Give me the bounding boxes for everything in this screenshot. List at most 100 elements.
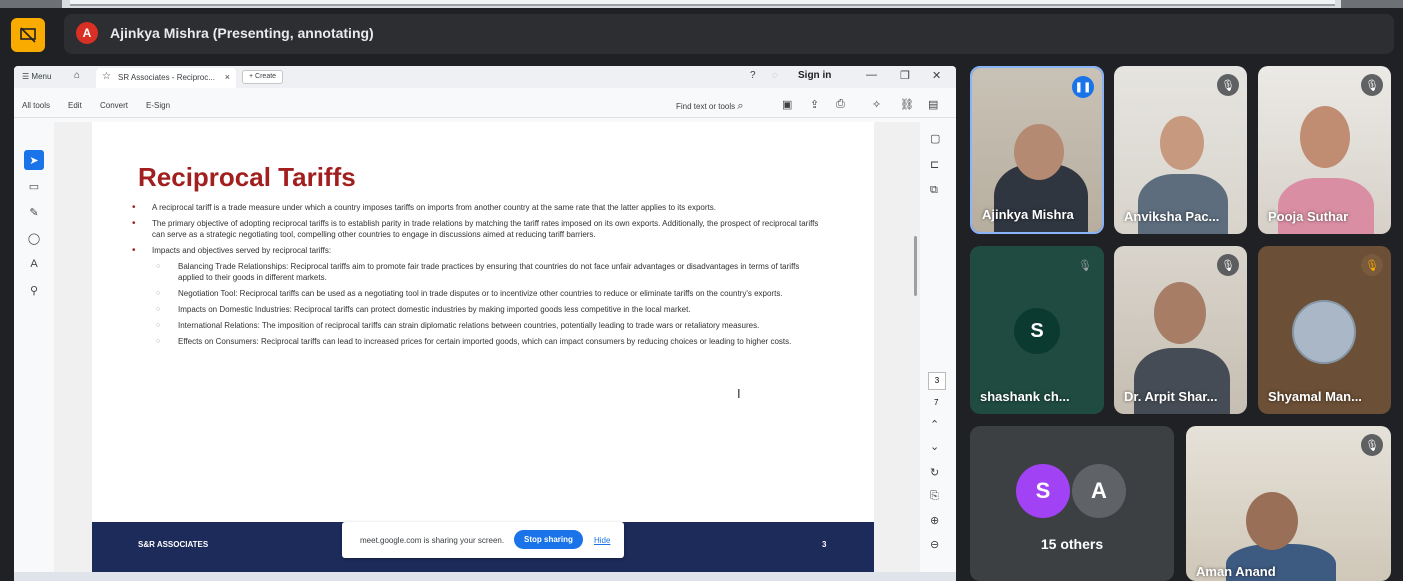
others-tile[interactable]: S A 15 others (970, 426, 1174, 581)
restore-icon[interactable]: ❐ (900, 69, 910, 82)
share-message: meet.google.com is sharing your screen. (360, 536, 505, 545)
muted-mic-icon: 🎙 (1217, 254, 1239, 276)
sub-bullet-item: Negotiation Tool: Reciprocal tariffs can… (132, 288, 822, 299)
participant-tile[interactable]: 🎙 Anviksha Pac... (1114, 66, 1247, 234)
scrollbar-thumb[interactable] (914, 236, 917, 296)
footer-firm-name: S&R ASSOCIATES (138, 540, 209, 549)
sub-bullet-item: Effects on Consumers: Reciprocal tariffs… (132, 336, 822, 347)
star-icon: ☆ (102, 71, 111, 82)
muted-mic-icon: 🎙 (1361, 74, 1383, 96)
os-taskbar (14, 572, 956, 581)
participant-tile[interactable]: 🎙 Shyamal Man... (1258, 246, 1391, 414)
ai-assistant-icon[interactable]: ✧ (872, 98, 881, 111)
pdf-toolbar: All tools Edit Convert E-Sign Find text … (14, 92, 956, 118)
upload-icon[interactable]: ⇪ (810, 98, 819, 111)
all-tools-button[interactable]: All tools (22, 101, 50, 110)
page-up-icon[interactable]: ⌃ (930, 418, 939, 431)
bookmark-icon[interactable]: ⊏ (930, 158, 939, 171)
participant-name: Aman Anand (1196, 564, 1276, 579)
link-icon[interactable]: ⛓ (900, 98, 914, 111)
muted-mic-icon: 🎙 (1361, 434, 1383, 456)
screen-top-strip (0, 0, 1403, 8)
muted-mic-icon: 🎙 (1361, 254, 1383, 276)
bullet-item: Impacts and objectives served by recipro… (132, 245, 822, 256)
participant-tile[interactable]: ❚❚ Ajinkya Mishra (970, 66, 1104, 234)
pages-icon[interactable]: ⧉ (930, 184, 938, 197)
edit-button[interactable]: Edit (68, 101, 82, 110)
menu-button[interactable]: ☰ Menu (22, 72, 51, 81)
participant-tile[interactable]: S 🎙 shashank ch... (970, 246, 1104, 414)
tab-title: SR Associates - Reciproc... (118, 73, 215, 82)
hamburger-icon: ☰ (22, 72, 30, 81)
hide-banner-link[interactable]: Hide (594, 536, 610, 545)
comment-icon[interactable]: ▭ (24, 176, 44, 196)
convert-button[interactable]: Convert (100, 101, 128, 110)
annotation-toolbar: ➤ ▭ ✎ ◯ A ⚲ (14, 122, 54, 581)
meet-presentation-bar: A Ajinkya Mishra (Presenting, annotating… (0, 10, 1403, 54)
document-body: A reciprocal tariff is a trade measure u… (132, 202, 822, 352)
close-tab-icon[interactable]: × (225, 72, 230, 82)
current-page-field[interactable]: 3 (928, 372, 946, 390)
notification-icon[interactable]: ◌ (772, 70, 778, 81)
speaking-indicator-icon: ❚❚ (1072, 76, 1094, 98)
create-button[interactable]: + Create (242, 70, 284, 84)
browser-tab-bar: ☰ Menu ⌂ ☆ SR Associates - Reciproc... ×… (14, 66, 956, 88)
document-title: Reciprocal Tariffs (138, 162, 356, 192)
participant-avatar: S (1014, 308, 1060, 354)
presentation-off-icon (20, 27, 36, 43)
document-viewport[interactable]: Reciprocal Tariffs A reciprocal tariff i… (54, 122, 920, 581)
save-icon[interactable]: ▣ (782, 98, 792, 111)
sub-bullet-item: Impacts on Domestic Industries: Reciproc… (132, 304, 822, 315)
browser-tab-active[interactable]: ☆ SR Associates - Reciproc... × (96, 68, 236, 88)
sub-bullet-item: International Relations: The imposition … (132, 320, 822, 331)
find-tools-field[interactable]: Find text or tools ⌕ (676, 100, 744, 113)
other-avatar: A (1072, 464, 1126, 518)
esign-button[interactable]: E-Sign (146, 101, 170, 110)
select-cursor-icon[interactable]: ➤ (24, 150, 44, 170)
more-options-icon[interactable]: ▤ (928, 98, 938, 111)
total-pages: 7 (934, 398, 939, 407)
stop-sharing-button[interactable]: Stop sharing (514, 530, 583, 549)
text-cursor-icon: I (737, 386, 741, 401)
lasso-icon[interactable]: ◯ (24, 228, 44, 248)
zoom-out-icon[interactable]: ⊖ (930, 538, 939, 551)
fit-page-icon[interactable]: ⎘ (930, 490, 939, 503)
muted-mic-icon: 🎙 (1217, 74, 1239, 96)
zoom-in-icon[interactable]: ⊕ (930, 514, 939, 527)
participant-name: Shyamal Man... (1268, 389, 1362, 404)
participant-name: shashank ch... (980, 389, 1070, 404)
comments-icon[interactable]: ▢ (930, 132, 940, 145)
print-icon[interactable]: ⎙ (836, 98, 845, 111)
window-close-icon[interactable]: ✕ (932, 69, 941, 82)
participant-name: Anviksha Pac... (1124, 209, 1220, 224)
page-down-icon[interactable]: ⌄ (930, 440, 939, 453)
presentation-toggle-button[interactable] (11, 18, 45, 52)
bullet-item: A reciprocal tariff is a trade measure u… (132, 202, 822, 213)
sign-in-link[interactable]: Sign in (798, 70, 831, 81)
search-icon: ⌕ (737, 100, 744, 112)
footer-page-number: 3 (822, 540, 827, 549)
pen-icon[interactable]: ✎ (24, 202, 44, 222)
help-icon[interactable]: ? (750, 70, 756, 81)
other-avatar: S (1016, 464, 1070, 518)
participant-name: Ajinkya Mishra (982, 207, 1074, 222)
presenter-label: Ajinkya Mishra (Presenting, annotating) (110, 25, 374, 41)
participant-tile[interactable]: 🎙 Dr. Arpit Shar... (1114, 246, 1247, 414)
participant-tile[interactable]: 🎙 Aman Anand (1186, 426, 1391, 581)
screen-share-banner: meet.google.com is sharing your screen. … (342, 522, 624, 558)
shared-screen-browser: ☰ Menu ⌂ ☆ SR Associates - Reciproc... ×… (14, 66, 956, 581)
others-count: 15 others (1040, 536, 1104, 552)
home-icon[interactable]: ⌂ (74, 70, 80, 81)
muted-mic-icon: 🎙 (1078, 259, 1092, 272)
pdf-page: Reciprocal Tariffs A reciprocal tariff i… (92, 122, 874, 581)
participant-tile[interactable]: 🎙 Pooja Suthar (1258, 66, 1391, 234)
presenter-avatar: A (76, 22, 98, 44)
bullet-item: The primary objective of adopting recipr… (132, 218, 822, 240)
right-tools-rail: ▢ ⊏ ⧉ 3 7 ⌃ ⌄ ↻ ⎘ ⊕ ⊖ (920, 122, 956, 581)
participant-name: Dr. Arpit Shar... (1124, 389, 1218, 404)
rotate-icon[interactable]: ↻ (930, 466, 939, 479)
participant-name: Pooja Suthar (1268, 209, 1349, 224)
text-box-icon[interactable]: A (24, 254, 44, 274)
stamp-icon[interactable]: ⚲ (24, 280, 44, 300)
minimize-icon[interactable]: — (866, 69, 877, 81)
